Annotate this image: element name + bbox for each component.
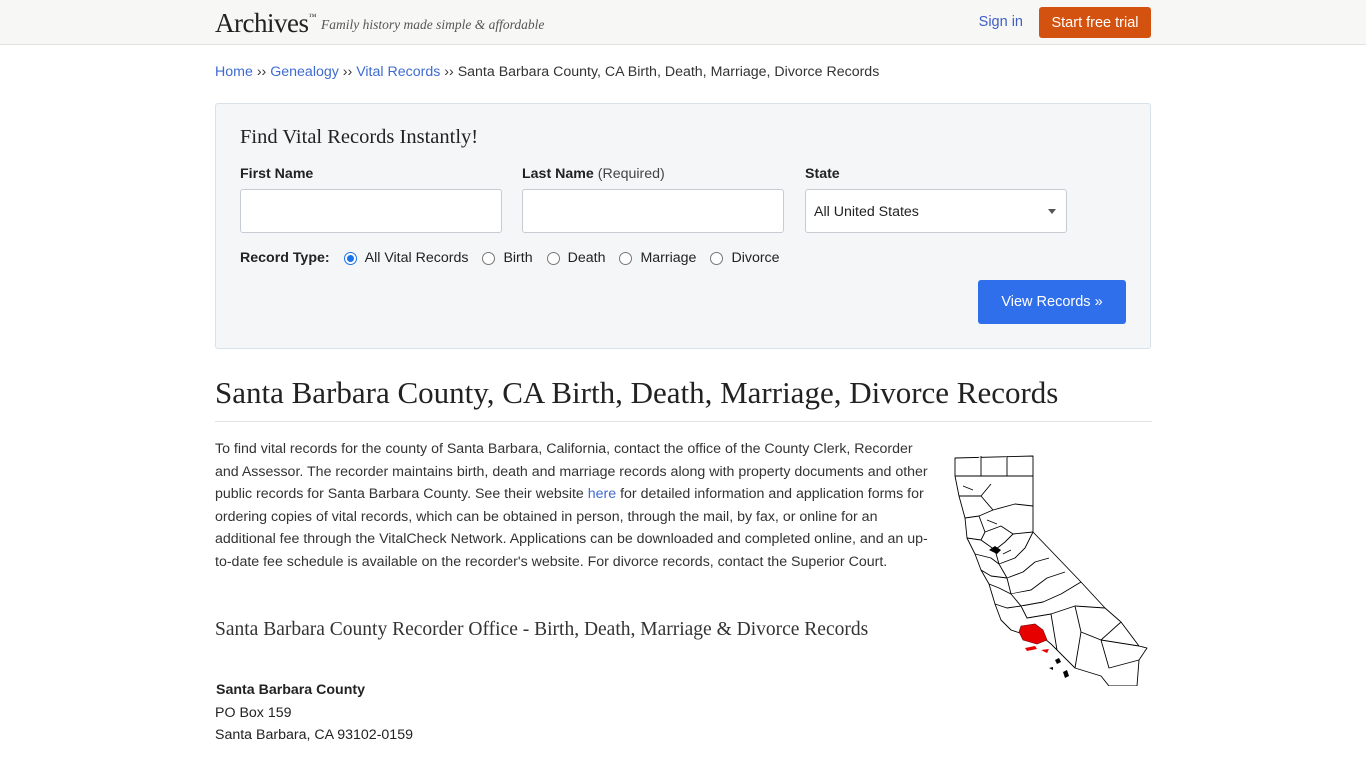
last-name-label: Last Name (Required): [522, 166, 665, 182]
state-select[interactable]: All United States: [805, 189, 1067, 233]
state-selected-value: All United States: [814, 204, 919, 220]
breadcrumb-genealogy[interactable]: Genealogy: [270, 64, 339, 80]
radio-unchecked-icon[interactable]: [482, 251, 496, 265]
radio-unchecked-icon[interactable]: [619, 251, 633, 265]
breadcrumb-separator: ››: [256, 64, 267, 80]
radio-all-vital-records[interactable]: All Vital Records: [343, 250, 468, 266]
archives-logo[interactable]: Archives™: [215, 8, 316, 39]
breadcrumb-separator: ››: [342, 64, 353, 80]
office-address: Santa Barbara County PO Box 159 Santa Ba…: [215, 679, 1151, 747]
required-note: (Required): [597, 166, 665, 182]
first-name-label: First Name: [240, 166, 314, 182]
start-free-trial-button[interactable]: Start free trial: [1039, 7, 1151, 38]
top-bar: Archives™ Family history made simple & a…: [0, 0, 1366, 45]
radio-death[interactable]: Death: [546, 250, 605, 266]
first-name-input[interactable]: [240, 189, 502, 233]
radio-birth[interactable]: Birth: [482, 250, 533, 266]
address-line: Santa Barbara, CA 93102-0159: [215, 727, 413, 743]
chevron-down-icon: [1048, 209, 1056, 214]
vital-records-search-form: Find Vital Records Instantly! First Name…: [215, 103, 1151, 349]
breadcrumb-separator: ››: [444, 64, 454, 80]
tagline: Family history made simple & affordable: [321, 17, 545, 32]
view-records-button[interactable]: View Records »: [978, 280, 1126, 324]
intro-paragraph: To find vital records for the county of …: [215, 441, 928, 570]
breadcrumb-home[interactable]: Home: [215, 64, 253, 80]
radio-unchecked-icon[interactable]: [546, 251, 560, 265]
trademark-mark: ™: [308, 12, 316, 21]
breadcrumb-current: Santa Barbara County, CA Birth, Death, M…: [457, 64, 880, 80]
breadcrumb: Home ›› Genealogy ›› Vital Records ›› Sa…: [215, 64, 1151, 84]
record-type-label: Record Type:: [240, 250, 330, 266]
address-line: PO Box 159: [215, 704, 292, 721]
radio-divorce[interactable]: Divorce: [710, 250, 780, 266]
california-county-map-icon: [954, 455, 1148, 686]
breadcrumb-vital-records[interactable]: Vital Records: [356, 64, 440, 80]
main-content: To find vital records for the county of …: [215, 438, 1151, 747]
page-title: Santa Barbara County, CA Birth, Death, M…: [215, 369, 1152, 422]
sign-in-link[interactable]: Sign in: [979, 14, 1023, 30]
last-name-input[interactable]: [522, 189, 784, 233]
radio-unchecked-icon[interactable]: [710, 251, 724, 265]
record-type-group: Record Type: All Vital Records Birth Dea…: [240, 250, 794, 266]
radio-checked-icon[interactable]: [343, 251, 357, 265]
recorder-website-link[interactable]: here: [588, 486, 616, 502]
radio-marriage[interactable]: Marriage: [619, 250, 696, 266]
state-label: State: [805, 166, 840, 182]
search-form-title: Find Vital Records Instantly!: [240, 126, 479, 148]
